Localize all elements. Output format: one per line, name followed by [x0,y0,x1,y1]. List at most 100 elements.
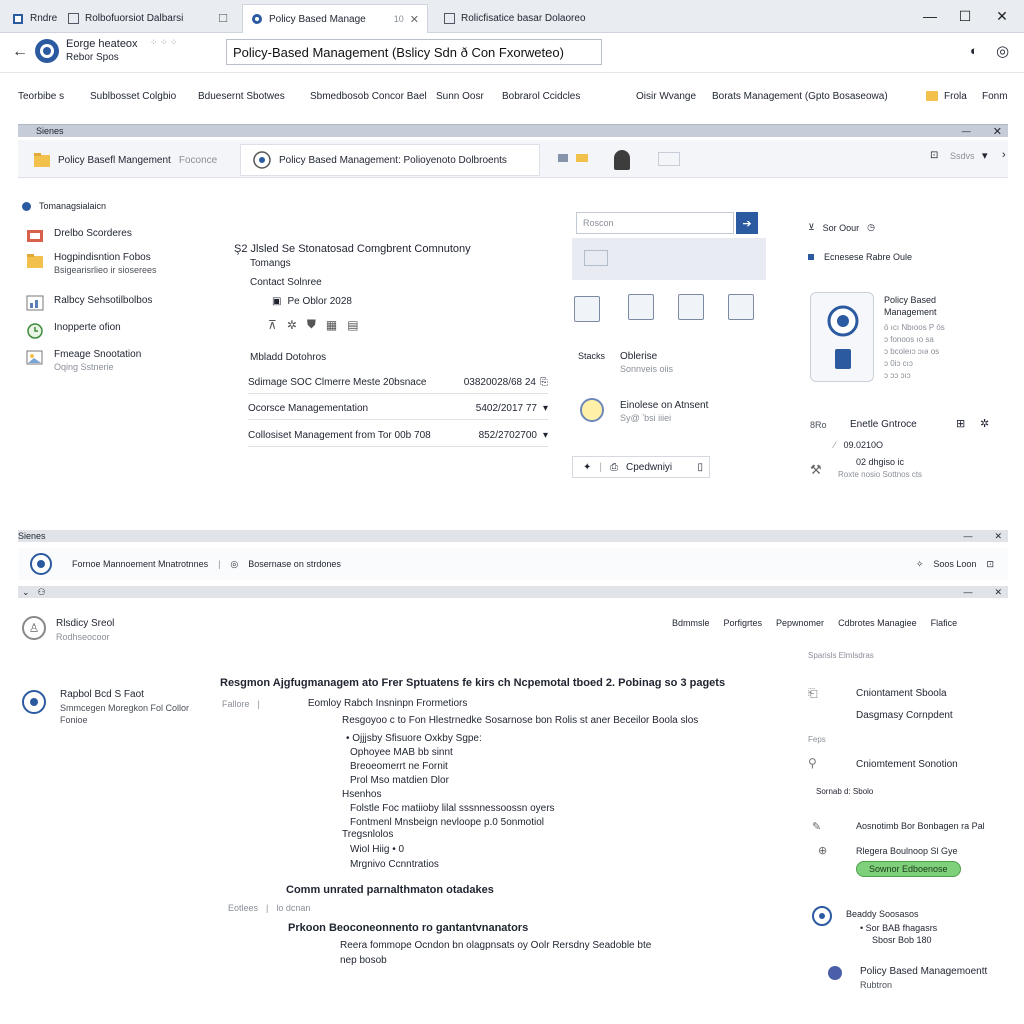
doc-heading: Tregsnlolos [342,829,394,840]
doc-title: Resgmon Ajgfugmanagem ato Frer Sptuatens… [220,677,726,689]
sitemap-icon[interactable] [574,296,600,322]
crumb-label[interactable]: lo dcnan [276,903,310,913]
toolbar-icon[interactable] [558,154,568,162]
pin-icon[interactable]: ✦ [583,462,591,473]
zoom-icon[interactable]: ⊡ [930,150,938,161]
sidebar-item[interactable]: Inopperte ofion [26,322,121,340]
toolbar-icon[interactable] [576,154,588,162]
table-row[interactable]: Collosiset Management from Tor 00b 708 8… [248,425,548,447]
sidebar-item[interactable]: Fmeage Snootation Oqing Sstnerie [26,349,141,372]
right-item-title[interactable]: Aosnotimb Bor Bonbagen ra Pal [856,821,985,831]
minimize-icon[interactable]: — [963,587,994,597]
browser-tab-2[interactable]: Policy Based Manage 10 ✕ [242,4,428,33]
panel-tab-2[interactable]: Policy Based Management: Polioyenoto Dol… [240,144,540,176]
search-input[interactable]: Roscon [576,212,734,234]
panel-header-label: Sienes [36,126,64,136]
toolbar-label[interactable]: Fornoe Mannoement Mnatrotnnes [72,559,208,569]
app-icon [12,13,24,25]
documents-icon[interactable] [628,294,654,320]
copy-icon[interactable]: ⎘ [540,377,548,388]
table-row[interactable]: Ocorsce Managementation 5402/2017 77 ▾ [248,398,548,420]
menu-item[interactable]: Sublbosset Colgbio [90,91,176,102]
product-line: ɔ bcoleıɔ ɔıǝ os [884,347,940,356]
home-tab[interactable]: Rndre [4,4,65,33]
search-button[interactable]: ➔ [736,212,758,234]
menu-item[interactable]: Bduesernt Sbotwes [198,91,285,102]
expand-icon[interactable]: ⊡ [986,559,1008,570]
info-icon[interactable]: ◎ [230,559,238,570]
menu-item[interactable]: Frola [944,91,967,102]
table-icon[interactable]: ▤ [347,318,358,332]
close-icon[interactable]: ✕ [994,587,1008,598]
menu-item[interactable]: Teorbibe s [18,91,64,102]
settings-icon[interactable]: ✧ [916,559,924,570]
menu-item[interactable]: Sbmedbosob Concor Bael [310,91,427,102]
close-icon[interactable]: ✕ [410,13,419,26]
chevron-down-icon[interactable]: ▾ [982,149,988,162]
main-heading: Ş2 Jlsled Se Stonatosad Comgbrent Comnut… [234,243,471,255]
settings-sheet-icon[interactable] [728,294,754,320]
filter-icon[interactable]: ⊻ [808,222,815,233]
toolbar-icon[interactable] [658,152,680,166]
toolbar-label[interactable]: Bosernase on strdones [248,559,341,569]
toolbar-item[interactable]: Bdmmsle [672,618,710,628]
status-badge[interactable]: Sownor Edboenose [856,861,961,877]
profile-decoration: ⁘ ⁘ ⁘ [150,37,178,47]
menu-item[interactable]: Fonm [982,91,1008,102]
edit-icon[interactable]: ⊞ [956,417,965,430]
toolbar-item[interactable]: Flafice [931,618,958,628]
minimize-icon[interactable]: — [962,126,993,136]
menu-item[interactable]: Oisir Wvange [636,91,696,102]
minimize-button[interactable]: — [918,6,942,26]
pin-icon: ✎ [812,821,822,833]
doc-crumb: Eotlees | lo dcnan [228,903,311,913]
shield-icon[interactable]: ⛊ [307,317,316,332]
row-value: 5402/2017 77 [475,403,537,414]
profile-icon[interactable]: ◎ [996,42,1009,60]
section-label: Tomanagsialaicn [22,201,106,211]
minimize-icon[interactable]: — [963,531,994,541]
close-icon[interactable]: ✕ [993,125,1008,138]
menu-item[interactable]: Bobrarol Ccidcles [502,91,580,102]
menu-item[interactable]: Borats Management (Gpto Bosaseowa) [712,91,888,102]
close-window-button[interactable]: ✕ [990,6,1014,26]
sidebar-item[interactable]: Drelbo Scorderes [26,228,132,244]
chevron-down-icon[interactable]: ▾ [543,403,548,414]
right-item-title[interactable]: Cniontament Sboola [856,688,947,699]
chevron-down-icon[interactable]: ⌄ [18,587,30,598]
sidebar-item[interactable]: Ralbcy Sehsotilbolbos [26,295,152,311]
gear-icon[interactable]: ✲ [980,417,989,430]
clock-icon[interactable]: ◷ [867,222,875,233]
toolbar-item[interactable]: Cdbrotes Managiee [838,618,917,628]
url-input[interactable]: Policy-Based Management (Bslicy Sdn ð Co… [226,39,602,65]
checkbox-icon[interactable]: ▯ [697,462,709,473]
maximize-button[interactable]: ☐ [953,6,977,26]
ruler-icon[interactable]: ⊼ [268,318,277,332]
gear-icon[interactable]: ✲ [287,318,297,332]
crumb-label[interactable]: Eotlees [228,903,258,913]
wrench-icon[interactable]: ⚒ [810,462,822,478]
close-icon[interactable]: ✕ [994,531,1008,542]
back-arrow-icon[interactable]: ← [12,43,28,61]
sidebar-item[interactable]: Hogpindisntion Fobos Bsigearisrlieo ir s… [26,252,157,275]
right-item-title[interactable]: Cniomtement Sonotion [856,759,958,770]
chevron-down-icon[interactable]: ▾ [543,430,548,441]
stats-footnote: Roxte nosio Sottnos cts [838,470,923,479]
toolbar-item[interactable]: Pepwnomer [776,618,824,628]
doc-section-title: Prkoon Beoconeonnento ro gantantvnanator… [288,922,529,934]
grid-icon[interactable]: ▦ [326,318,337,332]
settings-icon[interactable]: ◐ [970,43,978,58]
browser-tab-3[interactable]: Rolicfisatice basar Dolaoreo [436,4,626,33]
menu-item[interactable]: Sunn Oosr [436,91,484,102]
more-icon[interactable]: › [1002,149,1006,161]
footer-toolbar[interactable]: ✦ | ⎙ Cpedwniyi ▯ [572,456,710,478]
table-row[interactable]: Sdimage SOC Clmerre Meste 20bsnace 03820… [248,372,548,394]
panel-tab-1[interactable]: Policy Basefl Mangement Foconce [22,144,238,176]
crumb-label[interactable]: Fallore [222,699,250,709]
account-icon[interactable]: ⚇ [30,587,46,598]
browser-tab-1[interactable]: Rolbofuorsiot Dalbarsi ☐ [60,4,236,33]
right-item-title[interactable]: Rlegera Boulnoop Sl Gye [856,846,958,856]
close-icon[interactable]: ☐ [218,12,228,25]
edit-icon[interactable] [678,294,704,320]
toolbar-item[interactable]: Porfigrtes [724,618,763,628]
